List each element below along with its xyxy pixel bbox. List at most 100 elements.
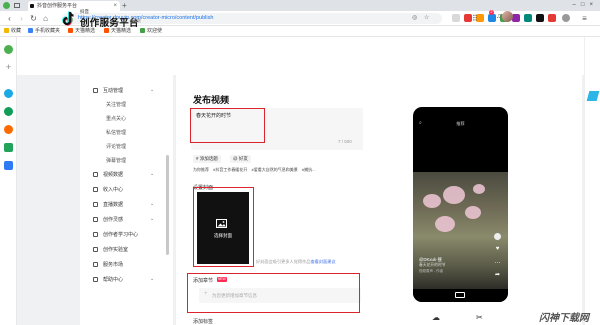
refresh-icon[interactable]: ↻	[29, 14, 38, 23]
extension-icon[interactable]	[512, 14, 520, 22]
sidebar-app-icon[interactable]	[4, 45, 13, 54]
menu-item-icon	[93, 187, 98, 192]
douyin-logo-icon[interactable]	[62, 11, 76, 27]
browser-menu-icon[interactable]	[3, 2, 10, 9]
minimize-icon[interactable]: –	[573, 2, 581, 8]
avatar[interactable]	[502, 11, 513, 22]
menu-item-icon	[93, 172, 98, 177]
menu-item-icon	[93, 277, 98, 282]
extension-icon[interactable]	[524, 14, 532, 22]
menu-item-icon	[93, 247, 98, 252]
menu-item-icon	[93, 202, 98, 207]
floating-app-icon[interactable]	[586, 91, 600, 101]
browser-tab[interactable]: 抖音创作服务平台 ×	[28, 1, 120, 11]
sidebar-item[interactable]: 帮助中心	[103, 276, 123, 283]
sidebar-app-icon[interactable]	[4, 107, 13, 116]
recommend-label: 为你推荐	[193, 167, 209, 172]
sidebar-item[interactable]: 关注管理	[106, 101, 126, 108]
cover-picker[interactable]: 选择封面	[197, 192, 249, 264]
browser-right-rail	[584, 37, 600, 325]
folder-icon	[28, 28, 33, 33]
home-icon[interactable]: ⌂	[41, 14, 50, 23]
profile-icon[interactable]	[562, 14, 570, 22]
avatar	[494, 233, 501, 240]
extension-icon[interactable]	[452, 14, 460, 22]
menu-item-icon	[93, 262, 98, 267]
sidebar-app-icon[interactable]	[4, 143, 13, 152]
close-tab-icon[interactable]: ×	[113, 1, 117, 11]
sidebar-item[interactable]: 弹幕管理	[106, 157, 126, 164]
star-icon	[4, 28, 9, 33]
bookmark-item[interactable]: 收藏	[4, 26, 21, 37]
phone-preview: ⌕ 推荐 ♥ … ➦ @DKxuk·搜 春天花开的时节 视频原声 - 作者	[413, 107, 508, 302]
cover-advice-link[interactable]: 查看封面建议	[310, 259, 335, 264]
chapter-placeholder: 为您更新增加章节信息	[212, 293, 257, 298]
sidebar-item[interactable]: 创作实验室	[103, 246, 128, 253]
cover-hint-text: 好封面会吸引更多人觉得作品	[256, 259, 311, 264]
translate-icon[interactable]: ◎	[412, 14, 417, 23]
extension-icon[interactable]	[464, 14, 472, 22]
recommended-tag[interactable]: #捕抗...	[302, 167, 316, 172]
extension-icon[interactable]	[488, 14, 496, 22]
sidebar-item[interactable]: 收入中心	[103, 186, 123, 193]
recommended-tag[interactable]: #爱看大自然的气息和美景	[251, 167, 297, 172]
cover-hint: 好封面会吸引更多人觉得作品查看封面建议	[256, 259, 336, 265]
browser-tab-bar: 抖音创作服务平台 × + –□×	[0, 0, 600, 11]
share-icon: ➦	[494, 272, 501, 278]
tab-overview-icon[interactable]	[14, 3, 20, 8]
tab-title: 抖音创作服务平台	[37, 3, 78, 9]
bell-icon[interactable]: ♫	[496, 13, 501, 20]
menu-item-icon	[93, 217, 98, 222]
chevron-down-icon[interactable]: ⌄	[150, 276, 154, 282]
phone-caption: 春天花开的时节	[419, 263, 446, 267]
chevron-down-icon[interactable]: ⌄	[150, 201, 154, 207]
scissors-icon[interactable]: ✂	[476, 313, 483, 322]
menu-item-icon	[93, 232, 98, 237]
chevron-down-icon[interactable]: ⌄	[150, 171, 154, 177]
sidebar-item[interactable]: 互动管理	[103, 87, 123, 94]
extension-icon[interactable]	[548, 14, 556, 22]
sidebar-item[interactable]: 评论管理	[106, 143, 126, 150]
add-icon[interactable]: +	[4, 63, 13, 72]
star-icon[interactable]: ☆	[424, 14, 429, 23]
site-header	[17, 37, 584, 75]
apps-grid-icon[interactable]: ⠿	[472, 14, 478, 23]
sidebar-item[interactable]: 创作者学习中心	[103, 231, 138, 238]
menu-item-icon	[93, 88, 98, 93]
new-tab-icon[interactable]: +	[122, 0, 127, 11]
window-controls[interactable]: –□×	[573, 0, 598, 11]
plus-icon	[455, 292, 465, 298]
chevron-down-icon[interactable]: ⌄	[150, 216, 154, 222]
recommended-tag[interactable]: #抖音工作春暖花开	[213, 167, 247, 172]
extension-icon[interactable]	[536, 14, 544, 22]
close-window-icon[interactable]: ×	[589, 2, 598, 8]
notification-badge: 2	[489, 10, 494, 15]
bookmark-item[interactable]: 手机收藏夹	[28, 26, 60, 37]
sidebar-app-icon[interactable]	[4, 89, 13, 98]
back-icon[interactable]: ‹	[5, 14, 14, 23]
sidebar-item[interactable]: 直播数据	[103, 201, 123, 208]
char-counter: 7 / 500	[338, 139, 352, 144]
add-topic-button[interactable]: # 添加话题	[193, 155, 221, 163]
sidebar-item[interactable]: 私信管理	[106, 129, 126, 136]
sidebar-app-icon[interactable]	[4, 161, 13, 170]
comment-icon: …	[494, 259, 501, 265]
bookmark-item[interactable]: 欢迎使	[140, 26, 162, 37]
cloud-icon[interactable]: ☁	[432, 313, 440, 322]
sidebar-item[interactable]: 视频数据	[103, 171, 123, 178]
side-menu	[80, 75, 173, 325]
chapter-label: 添加章节	[193, 278, 214, 284]
chevron-down-icon[interactable]: ⌄	[150, 87, 154, 93]
add-icon: +	[204, 291, 208, 297]
forward-icon[interactable]: ›	[17, 14, 26, 23]
mention-friend-button[interactable]: @ 好友	[230, 155, 251, 163]
side-menu-scrollbar[interactable]	[166, 155, 169, 255]
image-icon	[216, 219, 227, 228]
sidebar-item[interactable]: 重点关心	[106, 115, 126, 122]
menu-icon[interactable]: ≡	[580, 14, 589, 23]
platform-switch[interactable]: PC端	[130, 18, 141, 24]
sidebar-item[interactable]: 服务市场	[103, 261, 123, 268]
sidebar-app-icon[interactable]	[4, 125, 13, 134]
bookmark-label: 欢迎使	[147, 28, 163, 34]
sidebar-item[interactable]: 创作灵感	[103, 216, 123, 223]
